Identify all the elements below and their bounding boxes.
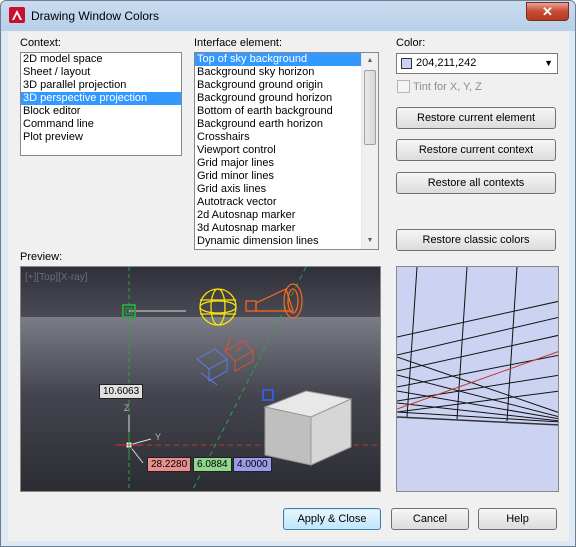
interface-list-item[interactable]: Viewport control xyxy=(195,144,378,157)
scroll-down-icon[interactable]: ▼ xyxy=(362,233,378,249)
y-axis-label: Y xyxy=(155,432,161,442)
help-button[interactable]: Help xyxy=(478,508,557,530)
interface-list-item[interactable]: Background ground horizon xyxy=(195,92,378,105)
interface-scrollbar[interactable]: ▲ ▼ xyxy=(361,53,378,249)
interface-list-item[interactable]: 3d Autosnap marker xyxy=(195,222,378,235)
viewport-label: [+][Top][X-ray] xyxy=(25,272,88,283)
window-title: Drawing Window Colors xyxy=(31,9,160,23)
cancel-button[interactable]: Cancel xyxy=(391,508,469,530)
dialog-window: Drawing Window Colors ✕ Context: 2D mode… xyxy=(0,0,576,547)
interface-list-item[interactable]: Top of sky background xyxy=(195,53,378,66)
interface-list-item[interactable]: 2d Autosnap marker xyxy=(195,209,378,222)
preview-viewport: Z Y [+][Top][X-ray] 10.6063 28.2280 6.08… xyxy=(20,266,381,492)
color-preview-panel xyxy=(396,266,559,492)
scroll-up-icon[interactable]: ▲ xyxy=(362,53,378,69)
context-label: Context: xyxy=(20,37,61,49)
chevron-down-icon: ▼ xyxy=(544,58,553,68)
coord-y-tag: 6.0884 xyxy=(193,457,232,472)
interface-list-item[interactable]: Grid axis lines xyxy=(195,183,378,196)
context-list-item[interactable]: 3D parallel projection xyxy=(21,79,181,92)
context-list-item[interactable]: 3D perspective projection xyxy=(21,92,181,105)
restore-current-context-button[interactable]: Restore current context xyxy=(396,139,556,161)
interface-list-item[interactable]: Background sky horizon xyxy=(195,66,378,79)
autocad-app-icon xyxy=(9,7,25,23)
grid-preview xyxy=(397,267,558,426)
interface-list-item[interactable]: Crosshairs xyxy=(195,131,378,144)
context-list-item[interactable]: Sheet / layout xyxy=(21,66,181,79)
preview-label: Preview: xyxy=(20,251,63,263)
restore-current-element-button[interactable]: Restore current element xyxy=(396,107,556,129)
interface-list-item[interactable]: Background earth horizon xyxy=(195,118,378,131)
color-value: 204,211,242 xyxy=(416,57,477,69)
dimension-value-tag: 10.6063 xyxy=(99,384,144,399)
tint-label: Tint for X, Y, Z xyxy=(413,81,482,93)
interface-element-listbox[interactable]: ▲ ▼ Top of sky background Background sky … xyxy=(194,52,379,250)
coord-x-tag: 28.2280 xyxy=(147,457,192,472)
context-listbox[interactable]: 2D model space Sheet / layout 3D parallel … xyxy=(20,52,182,156)
restore-all-contexts-button[interactable]: Restore all contexts xyxy=(396,172,556,194)
scroll-thumb[interactable] xyxy=(364,70,376,145)
context-list-item[interactable]: 2D model space xyxy=(21,53,181,66)
apply-close-button[interactable]: Apply & Close xyxy=(283,508,381,530)
close-button[interactable]: ✕ xyxy=(526,2,569,21)
close-icon: ✕ xyxy=(542,4,553,19)
tint-checkbox[interactable] xyxy=(397,80,410,93)
context-list-item[interactable]: Block editor xyxy=(21,105,181,118)
interface-element-label: Interface element: xyxy=(194,37,283,49)
grid-axis-line xyxy=(397,351,558,410)
interface-list-item[interactable]: Dynamic dimension lines xyxy=(195,235,378,248)
context-list-item[interactable]: Plot preview xyxy=(21,131,181,144)
color-label: Color: xyxy=(396,37,426,49)
coord-z-tag: 4.0000 xyxy=(233,457,272,472)
dialog-client: Context: 2D model space Sheet / layout 3D … xyxy=(8,31,569,541)
context-list-item[interactable]: Command line xyxy=(21,118,181,131)
interface-list-item[interactable]: Bottom of earth background xyxy=(195,105,378,118)
title-bar[interactable]: Drawing Window Colors ✕ xyxy=(1,1,575,31)
restore-classic-colors-button[interactable]: Restore classic colors xyxy=(396,229,556,251)
z-axis-label: Z xyxy=(124,403,130,413)
interface-list-item[interactable]: Grid minor lines xyxy=(195,170,378,183)
color-dropdown[interactable]: 204,211,242 ▼ xyxy=(396,53,558,74)
interface-list-item[interactable]: Autotrack vector xyxy=(195,196,378,209)
color-swatch xyxy=(401,58,412,69)
interface-list-item[interactable]: Grid major lines xyxy=(195,157,378,170)
interface-list-item[interactable]: Background ground origin xyxy=(195,79,378,92)
